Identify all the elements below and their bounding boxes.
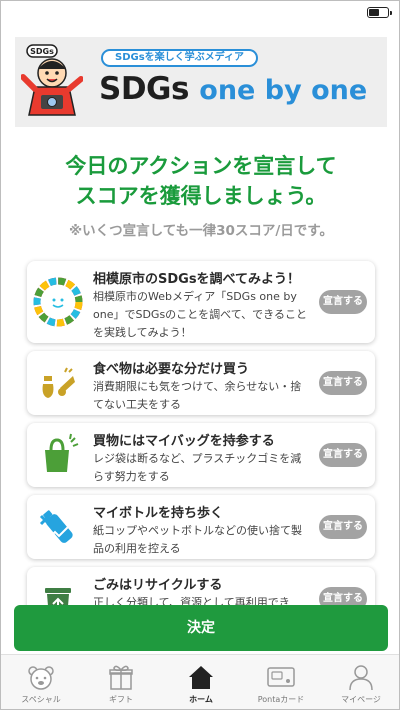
bottom-tab-bar: スペシャル ギフト ホーム Pontaカード マイページ [1,654,399,709]
person-icon [349,665,373,691]
mascot-icon: SDGs [21,44,83,116]
bear-icon [28,666,54,690]
sdgs-wheel-icon [33,277,83,327]
sdgs-banner[interactable]: SDGs SDGsを楽しく学ぶメディア SDGs one by one [15,37,387,127]
action-description: 紙コップやペットボトルなどの使い捨て製品の利用を控える [93,524,302,555]
tab-label: マイページ [341,695,381,704]
app-screen: SDGs SDGsを楽しく学ぶメディア SDGs one by one 今日のア… [0,0,400,710]
action-description: 相模原市のWebメディア「SDGs one by one」でSDGsのことを調べ… [93,290,307,339]
tab-mypage[interactable]: マイページ [321,655,399,709]
card-icon [267,667,295,687]
tab-home[interactable]: ホーム [161,655,241,709]
tab-label: ホーム [189,695,213,704]
action-card[interactable]: 買物にはマイバッグを持参する レジ袋は断るなど、プラスチックゴミを減らす努力をす… [27,423,375,487]
submit-button[interactable]: 決定 [14,605,388,651]
action-title: 食べ物は必要な分だけ買う [93,362,250,377]
headline-line-1: 今日のアクションを宣言して [65,154,337,178]
action-title: マイボトルを持ち歩く [93,506,224,521]
action-card[interactable]: 相模原市のSDGsを調べてみよう！ 相模原市のWebメディア「SDGs one … [27,261,375,343]
action-card[interactable]: 食べ物は必要な分だけ買う 消費期限にも気をつけて、余らせない・捨てない工夫をする… [27,351,375,415]
declare-button[interactable]: 宣言する [319,443,367,467]
tab-label: ギフト [109,695,133,704]
tab-ponta-card[interactable]: Pontaカード [241,655,321,709]
action-title: 相模原市のSDGsを調べてみよう！ [93,272,301,287]
tagline-pill: SDGsを楽しく学ぶメディア [101,49,258,67]
declare-button[interactable]: 宣言する [319,290,367,314]
page-headline: 今日のアクションを宣言して スコアを獲得しましょう。 [1,151,399,211]
action-title: ごみはリサイクルする [93,578,223,593]
action-title: 買物にはマイバッグを持参する [93,434,275,449]
battery-icon [367,7,392,18]
score-note: ※いくつ宣言しても一律30スコア/日です。 [69,223,333,239]
brand-main: SDGs [99,71,189,107]
action-card[interactable]: マイボトルを持ち歩く 紙コップやペットボトルなどの使い捨て製品の利用を控える 宣… [27,495,375,559]
bottle-icon [39,510,73,543]
action-description: レジ袋は断るなど、プラスチックゴミを減らす努力をする [93,452,302,483]
brand-logo: SDGs one by one [99,71,367,107]
tab-label: Pontaカード [257,695,305,704]
tab-special[interactable]: スペシャル [1,655,81,709]
shopping-bag-icon [45,433,79,472]
action-description: 消費期限にも気をつけて、余らせない・捨てない工夫をする [93,380,302,411]
brand-sub: one by one [199,75,368,106]
headline-line-2: スコアを獲得しましょう。 [75,184,327,208]
mascot-badge-text: SDGs [30,47,54,56]
food-icon [42,367,75,398]
status-bar [1,1,399,25]
home-icon [189,666,213,689]
declare-button[interactable]: 宣言する [319,371,367,395]
tab-label: スペシャル [21,695,61,704]
declare-button[interactable]: 宣言する [319,515,367,539]
gift-icon [109,665,133,690]
tab-gift[interactable]: ギフト [81,655,161,709]
